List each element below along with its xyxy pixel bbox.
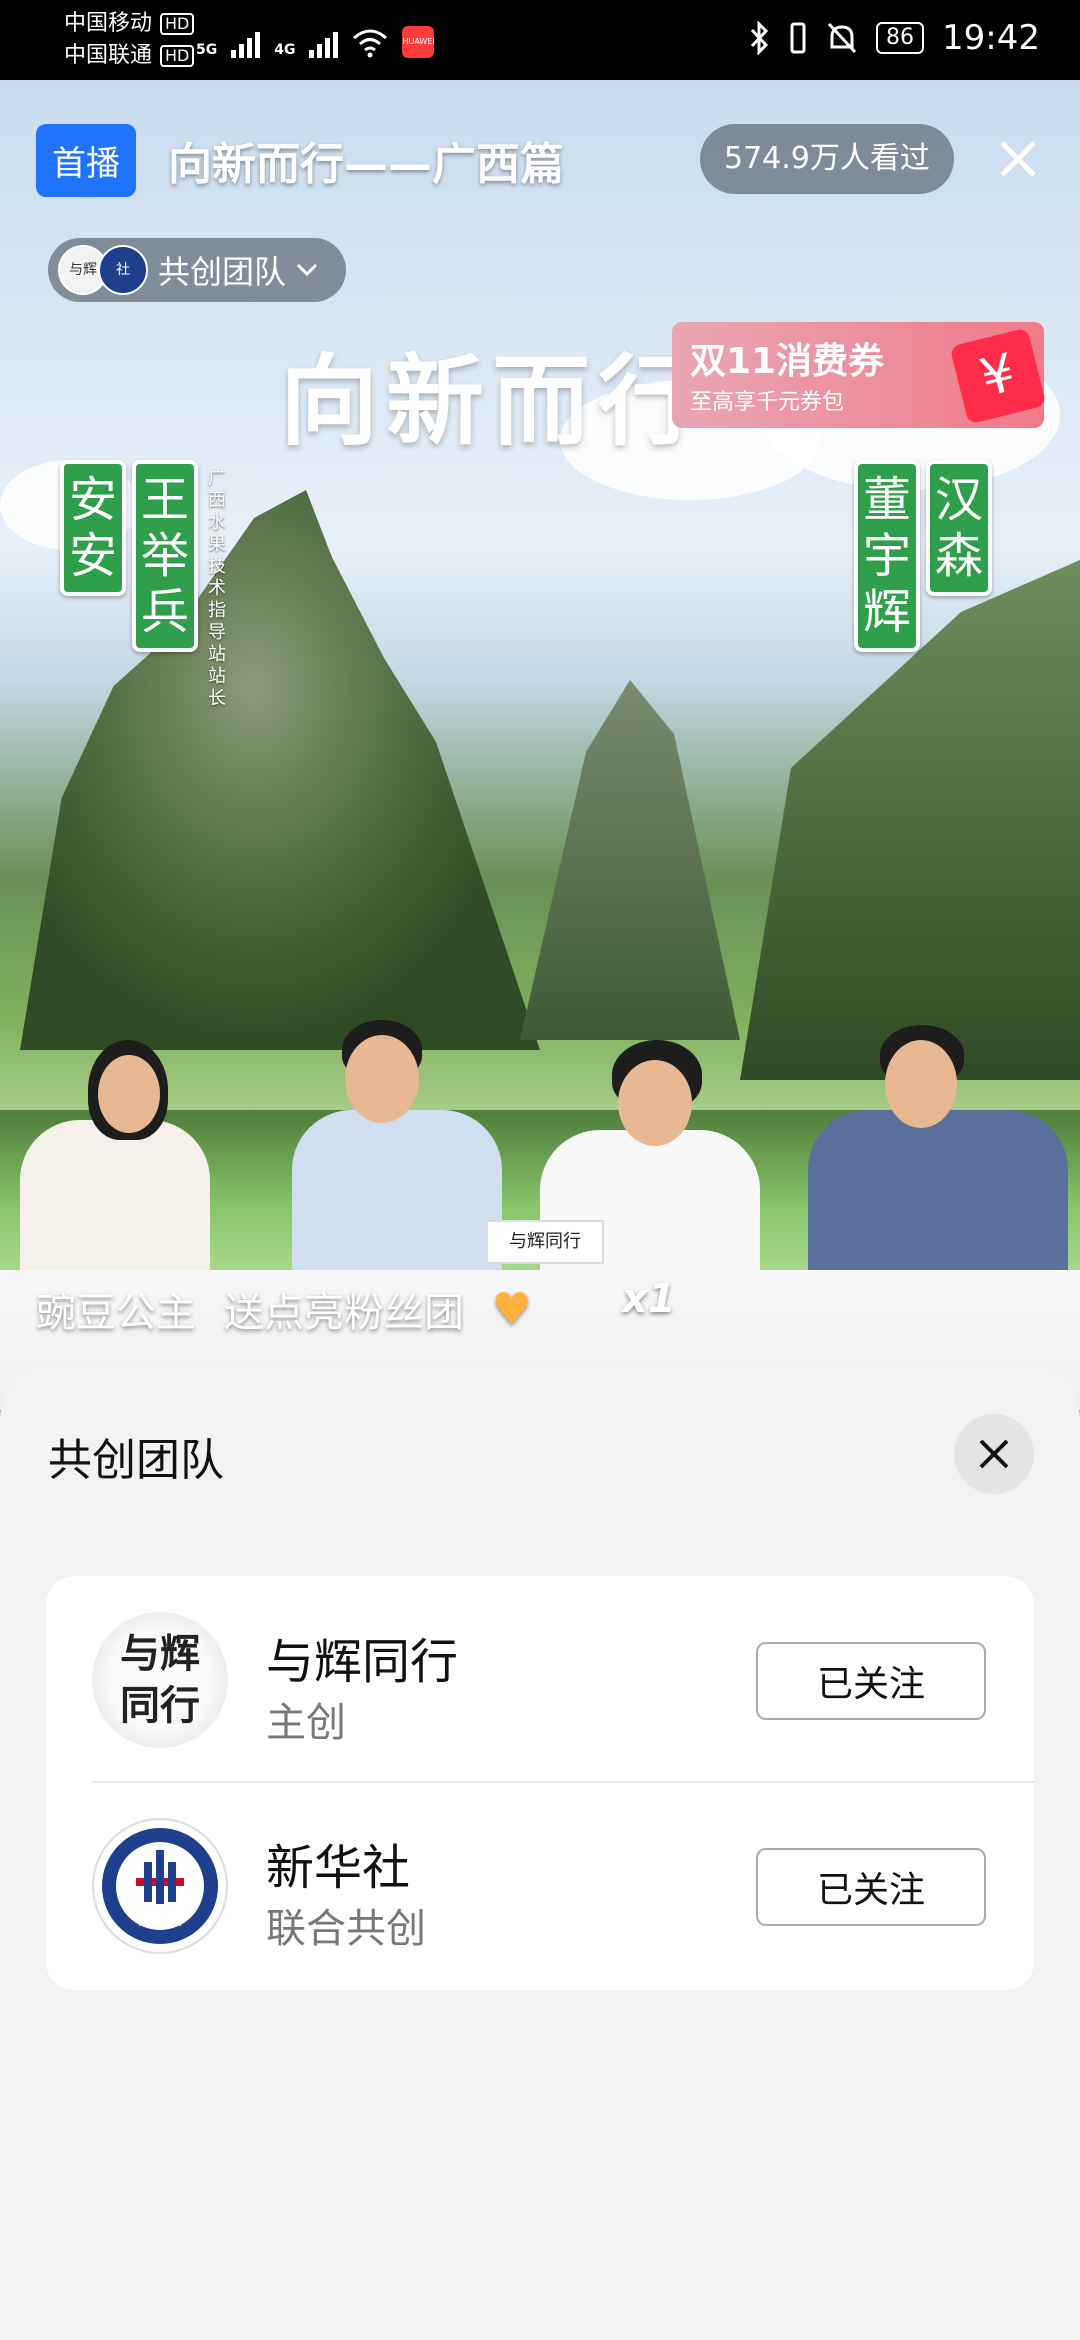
coupon-icon: ¥ xyxy=(949,327,1047,425)
chevron-down-icon xyxy=(296,263,318,277)
host-face xyxy=(98,1055,160,1133)
network-5g-label: 5G xyxy=(196,42,218,58)
close-icon xyxy=(979,1439,1009,1469)
xinhua-logo-text: XINHUA xyxy=(139,1916,182,1929)
followed-button[interactable]: 已关注 xyxy=(756,1848,986,1926)
name-label-dong-yuhui: 董宇辉 xyxy=(854,460,920,652)
name-label-wang-jubing: 王举兵 xyxy=(132,460,198,652)
double11-coupon-banner[interactable]: 双11消费券 至高享千元券包 ¥ xyxy=(672,322,1047,428)
mini-avatar-xinhua: 社 xyxy=(98,245,148,295)
bluetooth-icon xyxy=(750,21,769,55)
carrier-info: 中国移动 HD 中国联通 HD xyxy=(64,8,195,72)
followed-button[interactable]: 已关注 xyxy=(756,1642,986,1720)
member-role: 联合共创 xyxy=(266,1906,426,1952)
co-creation-team-button[interactable]: 与辉 社 共创团队 xyxy=(48,238,347,302)
heart-icon: ♥ xyxy=(492,1283,532,1335)
name-label-wang-jubing-title: 广西水果技术指导站站长 xyxy=(208,468,226,709)
hd-badge: HD xyxy=(160,13,195,35)
carrier-2: 中国联通 xyxy=(64,43,153,68)
promo-title: 双11消费券 xyxy=(690,341,885,382)
avatar-yuhui-tongxing[interactable]: 与辉 同行 xyxy=(92,1612,228,1748)
gift-user: 豌豆公主 xyxy=(36,1290,196,1336)
gift-notification: 豌豆公主 送点亮粉丝团 ♥ xyxy=(36,1280,531,1338)
member-name[interactable]: 新华社 xyxy=(266,1828,410,1898)
member-list: 与辉 同行 与辉同行 主创 已关注 XINHUA 新华社 联合共创 已关注 xyxy=(46,1576,1034,1990)
gift-count: x1 xyxy=(622,1276,676,1322)
member-role: 主创 xyxy=(266,1700,346,1746)
carrier-1: 中国移动 xyxy=(64,11,153,36)
host-face xyxy=(618,1060,692,1146)
karst-mountain xyxy=(520,680,740,1040)
clock: 19:42 xyxy=(942,18,1040,58)
table-placard: 与辉同行 xyxy=(486,1220,604,1264)
host-face xyxy=(345,1035,419,1123)
huawei-app-icon: HUAWEI xyxy=(402,26,435,58)
premiere-tag: 首播 xyxy=(36,124,136,197)
promo-subtitle: 至高享千元券包 xyxy=(690,390,845,415)
viewer-count: 574.9万人看过 xyxy=(700,124,954,194)
signal-bars-icon xyxy=(309,28,339,58)
gift-action: 送点亮粉丝团 xyxy=(224,1290,464,1336)
network-4g-label: 4G xyxy=(274,42,296,58)
live-title: 向新而行——广西篇 xyxy=(168,139,564,190)
show-banner-title: 向新而行 xyxy=(280,345,705,459)
signal-indicators: 5G 4G HUAWEI xyxy=(196,14,435,58)
xinhua-logo-icon: XINHUA xyxy=(102,1828,218,1944)
avatar-logo-text: 与辉 同行 xyxy=(120,1631,200,1729)
name-label-hansen: 汉森 xyxy=(926,460,992,596)
member-name[interactable]: 与辉同行 xyxy=(266,1622,458,1692)
host-face xyxy=(885,1040,957,1128)
member-row[interactable]: 与辉 同行 与辉同行 主创 已关注 xyxy=(46,1576,1034,1782)
signal-bars-icon xyxy=(231,28,261,58)
hd-badge: HD xyxy=(160,45,195,67)
close-icon xyxy=(1000,141,1036,177)
team-pill-label: 共创团队 xyxy=(158,253,287,291)
vibrate-icon xyxy=(790,22,806,54)
status-right: 86 19:42 xyxy=(748,18,1040,58)
sheet-close-button[interactable] xyxy=(954,1414,1034,1494)
close-live-button[interactable] xyxy=(990,130,1046,191)
sheet-title: 共创团队 xyxy=(48,1435,224,1486)
status-bar: 中国移动 HD 中国联通 HD 5G 4G HUAWEI 86 19:42 xyxy=(0,0,1080,80)
mute-bell-icon xyxy=(827,22,857,54)
name-label-anan: 安安 xyxy=(60,460,126,596)
member-row[interactable]: XINHUA 新华社 联合共创 已关注 xyxy=(46,1782,1034,1988)
battery-indicator: 86 xyxy=(876,22,925,54)
wifi-icon xyxy=(353,29,388,58)
avatar-xinhua[interactable]: XINHUA xyxy=(92,1818,228,1954)
